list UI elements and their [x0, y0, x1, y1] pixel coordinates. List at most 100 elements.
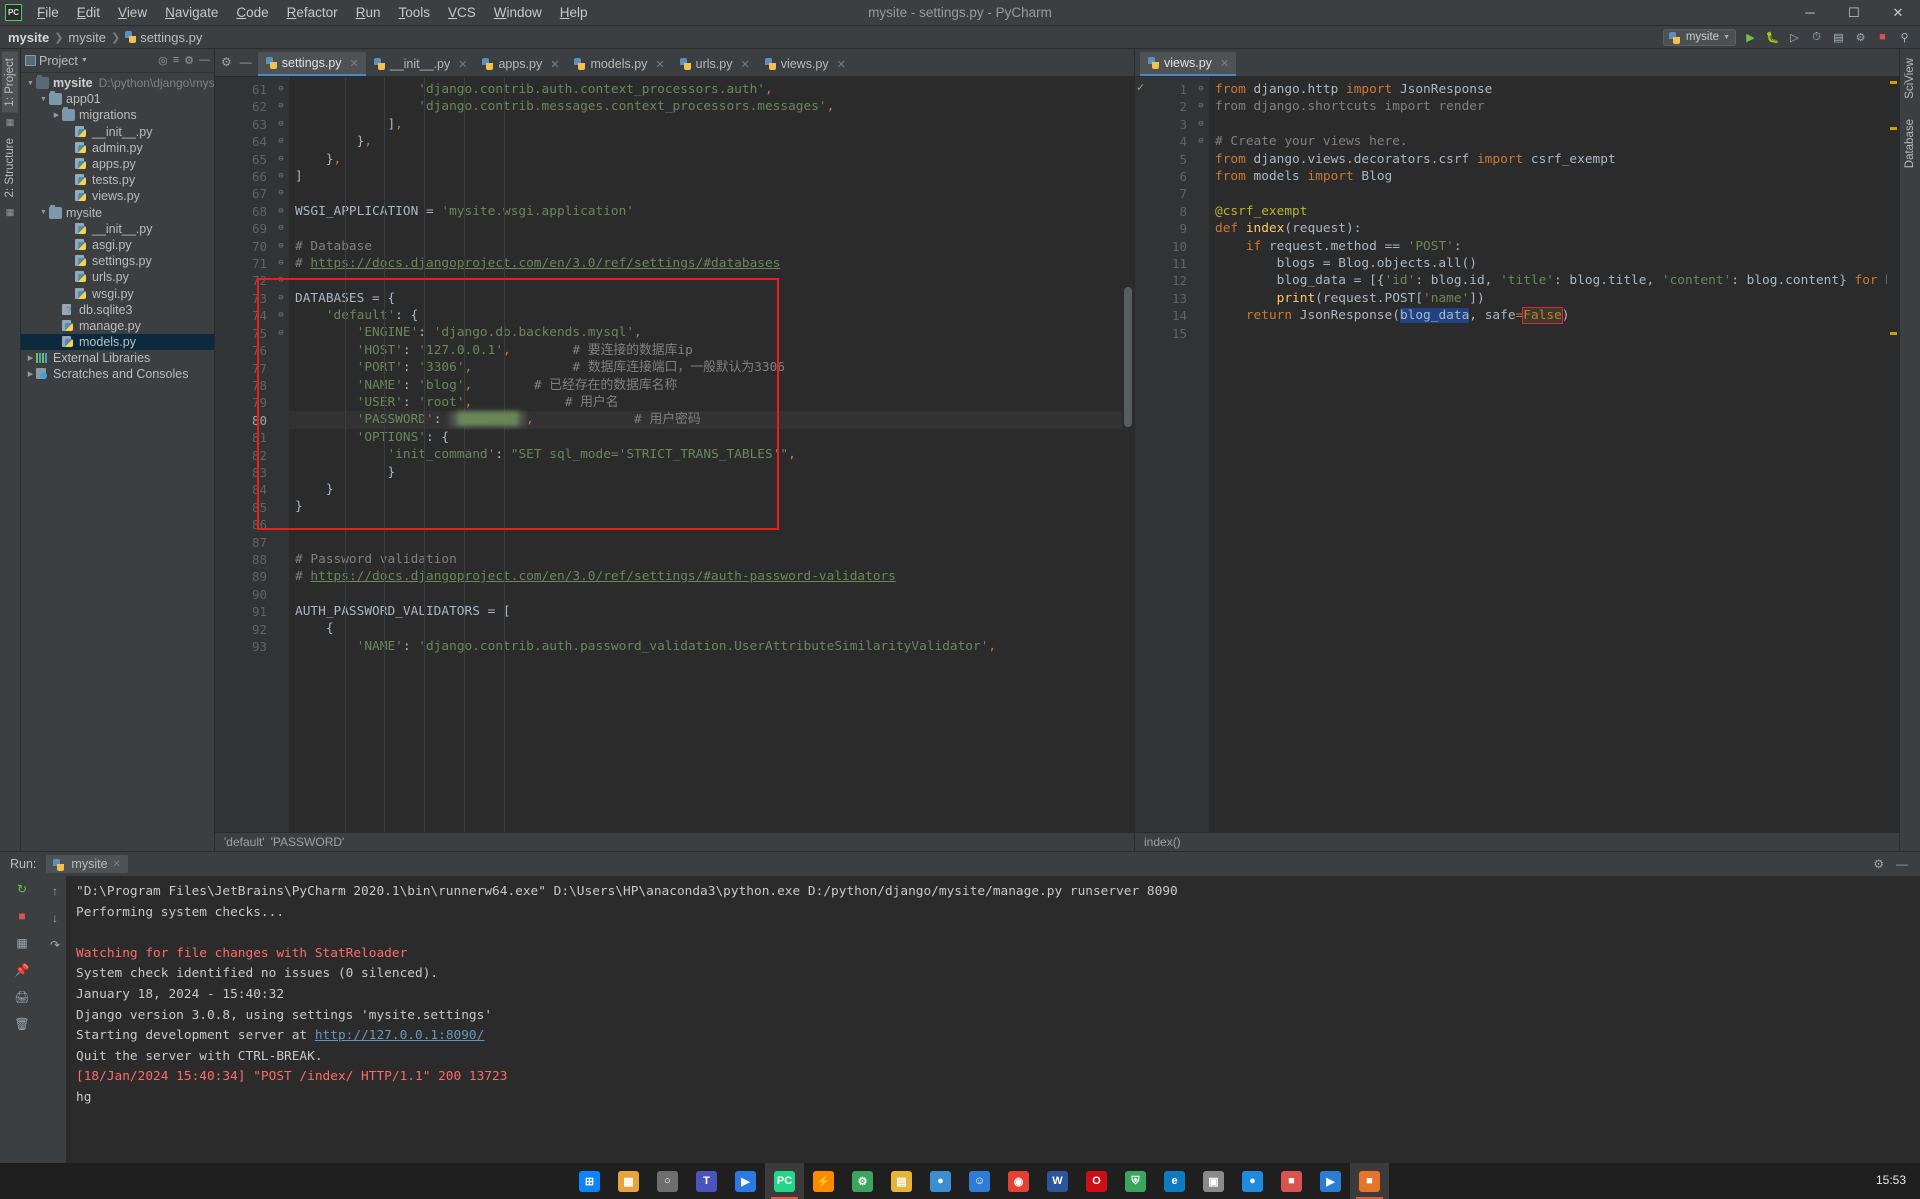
code-line[interactable]: blog_data = [{'id': blog.id, 'title': bl… [1209, 272, 1887, 289]
code-line[interactable]: # https://docs.djangoproject.com/en/3.0/… [289, 255, 1122, 272]
run-button[interactable]: ▶ [1743, 30, 1758, 45]
tree-item-admin-py[interactable]: admin.py [21, 140, 214, 156]
taskbar-pycharm-icon[interactable]: PC [765, 1163, 804, 1199]
tree-expand-arrow[interactable]: ▶ [51, 111, 62, 119]
run-tab-mysite[interactable]: mysite ✕ [46, 855, 128, 873]
taskbar-windows-start-icon[interactable]: ⊞ [570, 1163, 609, 1199]
tree-expand-arrow[interactable]: ▶ [25, 370, 36, 378]
taskbar-search-icon[interactable]: ○ [648, 1163, 687, 1199]
taskbar-folder-icon[interactable]: ▤ [882, 1163, 921, 1199]
fold-marker[interactable]: ⊖ [273, 307, 289, 324]
close-icon[interactable]: ✕ [655, 58, 664, 71]
stop-button[interactable]: ■ [1875, 30, 1890, 45]
taskbar-box-icon[interactable]: ▣ [1194, 1163, 1233, 1199]
tree-expand-arrow[interactable]: ▶ [25, 354, 36, 362]
print-icon[interactable]: 🖨 [12, 988, 32, 1006]
chevron-down-icon[interactable]: ▼ [81, 57, 88, 64]
code-line[interactable]: from django.shortcuts import render [1209, 98, 1887, 115]
code-line[interactable]: { [289, 620, 1122, 637]
code-line[interactable]: # Create your views here. [1209, 133, 1887, 150]
code-folding-gutter[interactable]: ⊖⊖⊖⊖⊖⊖⊖⊖⊖⊖⊖⊖⊖⊖⊖ [273, 77, 289, 832]
code-folding-gutter[interactable]: ⊖⊖⊖⊖ [1193, 77, 1209, 832]
fold-marker[interactable]: ⊖ [273, 272, 289, 289]
code-line[interactable]: }, [289, 151, 1122, 168]
tab-urls-py[interactable]: urls.py✕ [672, 52, 757, 76]
code-line[interactable] [1209, 185, 1887, 202]
console-link[interactable]: http://127.0.0.1:8090/ [315, 1028, 485, 1043]
close-icon[interactable]: ✕ [740, 58, 749, 71]
soft-wrap-icon[interactable]: ↷ [45, 936, 65, 954]
taskbar-app-c-icon[interactable]: ■ [1350, 1163, 1389, 1199]
code-line[interactable]: 'default': { [289, 307, 1122, 324]
tab-settings-py[interactable]: settings.py✕ [258, 52, 366, 76]
fold-marker[interactable]: ⊖ [273, 98, 289, 115]
debug-button[interactable]: 🐛 [1765, 30, 1780, 45]
minimize-button[interactable]: ─ [1788, 0, 1832, 26]
code-line[interactable]: # Database [289, 238, 1122, 255]
hide-icon[interactable]: — [240, 55, 252, 69]
close-icon[interactable]: ✕ [1220, 57, 1229, 70]
console-output[interactable]: "D:\Program Files\JetBrains\PyCharm 2020… [66, 876, 1920, 1181]
menu-refactor[interactable]: Refactor [278, 2, 347, 23]
close-button[interactable]: ✕ [1876, 0, 1920, 26]
tree-item-migrations[interactable]: ▶migrations [21, 107, 214, 123]
maximize-button[interactable]: ☐ [1832, 0, 1876, 26]
run-configuration-selector[interactable]: mysite ▼ [1663, 29, 1736, 46]
menu-run[interactable]: Run [347, 2, 390, 23]
code-line[interactable]: return JsonResponse(blog_data, safe=Fals… [1209, 307, 1887, 324]
taskbar-store-icon[interactable]: ▦ [609, 1163, 648, 1199]
tree-item-apps-py[interactable]: apps.py [21, 156, 214, 172]
breadcrumb-file[interactable]: settings.py [140, 30, 202, 45]
project-tree[interactable]: ▼mysiteD:\python\django\mysite▼app01▶mig… [21, 73, 214, 851]
code-line[interactable]: # Password validation [289, 551, 1122, 568]
code-line[interactable]: 'ENGINE': 'django.db.backends.mysql', [289, 324, 1122, 341]
taskbar-edge-icon[interactable]: e [1155, 1163, 1194, 1199]
code-content[interactable]: 'django.contrib.auth.context_processors.… [289, 77, 1122, 832]
tree-item-settings-py[interactable]: settings.py [21, 253, 214, 269]
close-icon[interactable]: ✕ [550, 58, 559, 71]
fold-marker[interactable]: ⊖ [273, 133, 289, 150]
code-line[interactable]: 'NAME': 'blog', # 已经存在的数据库名称 [289, 377, 1122, 394]
tree-item-external-libraries[interactable]: ▶External Libraries [21, 350, 214, 366]
code-line[interactable]: }, [289, 133, 1122, 150]
tab-views-py[interactable]: views.py ✕ [1140, 52, 1236, 76]
arrow-down-icon[interactable]: ↓ [45, 909, 65, 927]
close-icon[interactable]: ✕ [113, 859, 121, 870]
menu-edit[interactable]: Edit [68, 2, 109, 23]
fold-marker[interactable]: ⊖ [273, 116, 289, 133]
taskbar-player-icon[interactable]: ▶ [726, 1163, 765, 1199]
tool-tab-structure[interactable]: 2: Structure [2, 132, 18, 203]
code-content[interactable]: from django.http import JsonResponsefrom… [1209, 77, 1887, 832]
collapse-all-icon[interactable]: ≡ [173, 54, 179, 67]
code-line[interactable]: from django.http import JsonResponse [1209, 81, 1887, 98]
editor-tabs[interactable]: settings.py✕__init__.py✕apps.py✕models.p… [258, 52, 853, 76]
breadcrumb-folder[interactable]: mysite [68, 30, 106, 45]
code-line[interactable] [289, 185, 1122, 202]
tree-item-models-py[interactable]: models.py [21, 334, 214, 350]
code-line[interactable] [289, 533, 1122, 550]
code-line[interactable]: ], [289, 116, 1122, 133]
taskbar-chrome-b-icon[interactable]: ◉ [999, 1163, 1038, 1199]
coverage-button[interactable]: ▷ [1787, 30, 1802, 45]
close-icon[interactable]: ✕ [837, 58, 846, 71]
menu-help[interactable]: Help [551, 2, 597, 23]
tool-tab-project[interactable]: 1: Project [2, 52, 18, 113]
fold-marker[interactable]: ⊖ [1193, 116, 1209, 133]
taskbar-thunder-icon[interactable]: ⚡ [804, 1163, 843, 1199]
code-line[interactable] [1209, 324, 1887, 341]
code-line[interactable]: from models import Blog [1209, 168, 1887, 185]
code-line[interactable]: def index(request): [1209, 220, 1887, 237]
fold-marker[interactable]: ⊖ [273, 325, 289, 342]
taskbar-settings-icon[interactable]: ⚙ [843, 1163, 882, 1199]
gear-icon[interactable]: ⚙ [184, 54, 194, 67]
code-line[interactable]: } [289, 498, 1122, 515]
tool-tab-sciview[interactable]: SciView [1902, 52, 1918, 105]
code-line[interactable]: if request.method == 'POST': [1209, 238, 1887, 255]
code-line[interactable] [289, 220, 1122, 237]
code-line[interactable]: print(request.POST['name']) [1209, 290, 1887, 307]
fold-marker[interactable]: ⊖ [273, 185, 289, 202]
pin-icon[interactable]: 📌 [12, 961, 32, 979]
concurrency-button[interactable]: ▤ [1831, 30, 1846, 45]
code-line[interactable]: } [289, 481, 1122, 498]
arrow-up-icon[interactable]: ↑ [45, 882, 65, 900]
